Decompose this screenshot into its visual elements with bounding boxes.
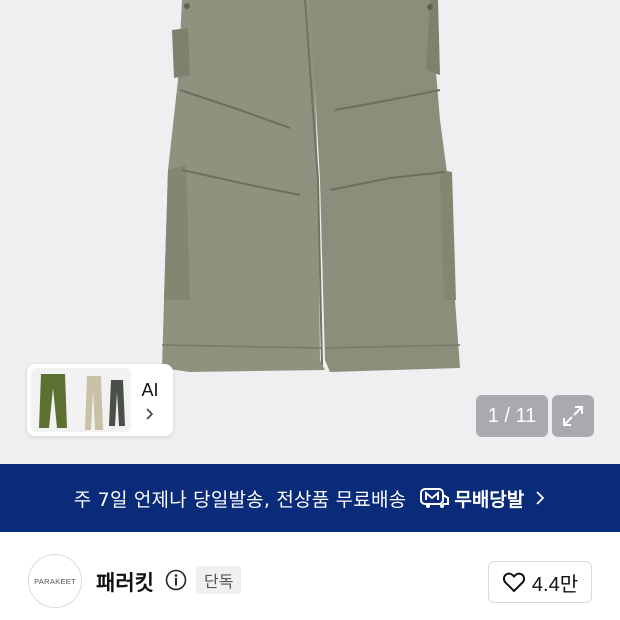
product-page: AI 1 / 11 주 7일 언제나 당일발송, 전상품 무료배송 무배당발 P…	[0, 0, 620, 620]
info-icon[interactable]	[165, 569, 187, 591]
product-image[interactable]: AI 1 / 11	[0, 0, 620, 464]
delivery-banner[interactable]: 주 7일 언제나 당일발송, 전상품 무료배송 무배당발	[0, 464, 620, 532]
expand-icon	[563, 406, 583, 426]
delivery-m-icon	[420, 488, 450, 508]
store-name[interactable]: 패러킷	[96, 567, 154, 597]
like-count: 4.4만	[531, 573, 579, 596]
banner-text: 주 7일 언제나 당일발송, 전상품 무료배송	[73, 488, 407, 511]
heart-icon	[502, 572, 525, 593]
seller-row: PARAKEET 패러킷 단독 4.4만	[0, 532, 620, 620]
ai-variant-button[interactable]: AI	[131, 380, 169, 421]
like-button[interactable]: 4.4만	[488, 561, 592, 603]
chevron-right-icon	[536, 491, 545, 505]
delivery-brand: 무배당발	[420, 485, 524, 512]
brand-label: 무배당발	[454, 488, 525, 511]
chevron-right-icon	[146, 407, 154, 420]
ai-label: AI	[141, 379, 159, 400]
exclusive-badge: 단독	[196, 566, 242, 594]
variant-thumbnails	[31, 368, 131, 432]
expand-button[interactable]	[552, 395, 594, 437]
image-counter: 1 / 11	[476, 395, 548, 437]
variant-pants-icon	[31, 368, 131, 432]
avatar-text: PARAKEET	[34, 576, 76, 586]
store-avatar[interactable]: PARAKEET	[28, 554, 82, 608]
color-variant-card[interactable]: AI	[27, 364, 173, 436]
